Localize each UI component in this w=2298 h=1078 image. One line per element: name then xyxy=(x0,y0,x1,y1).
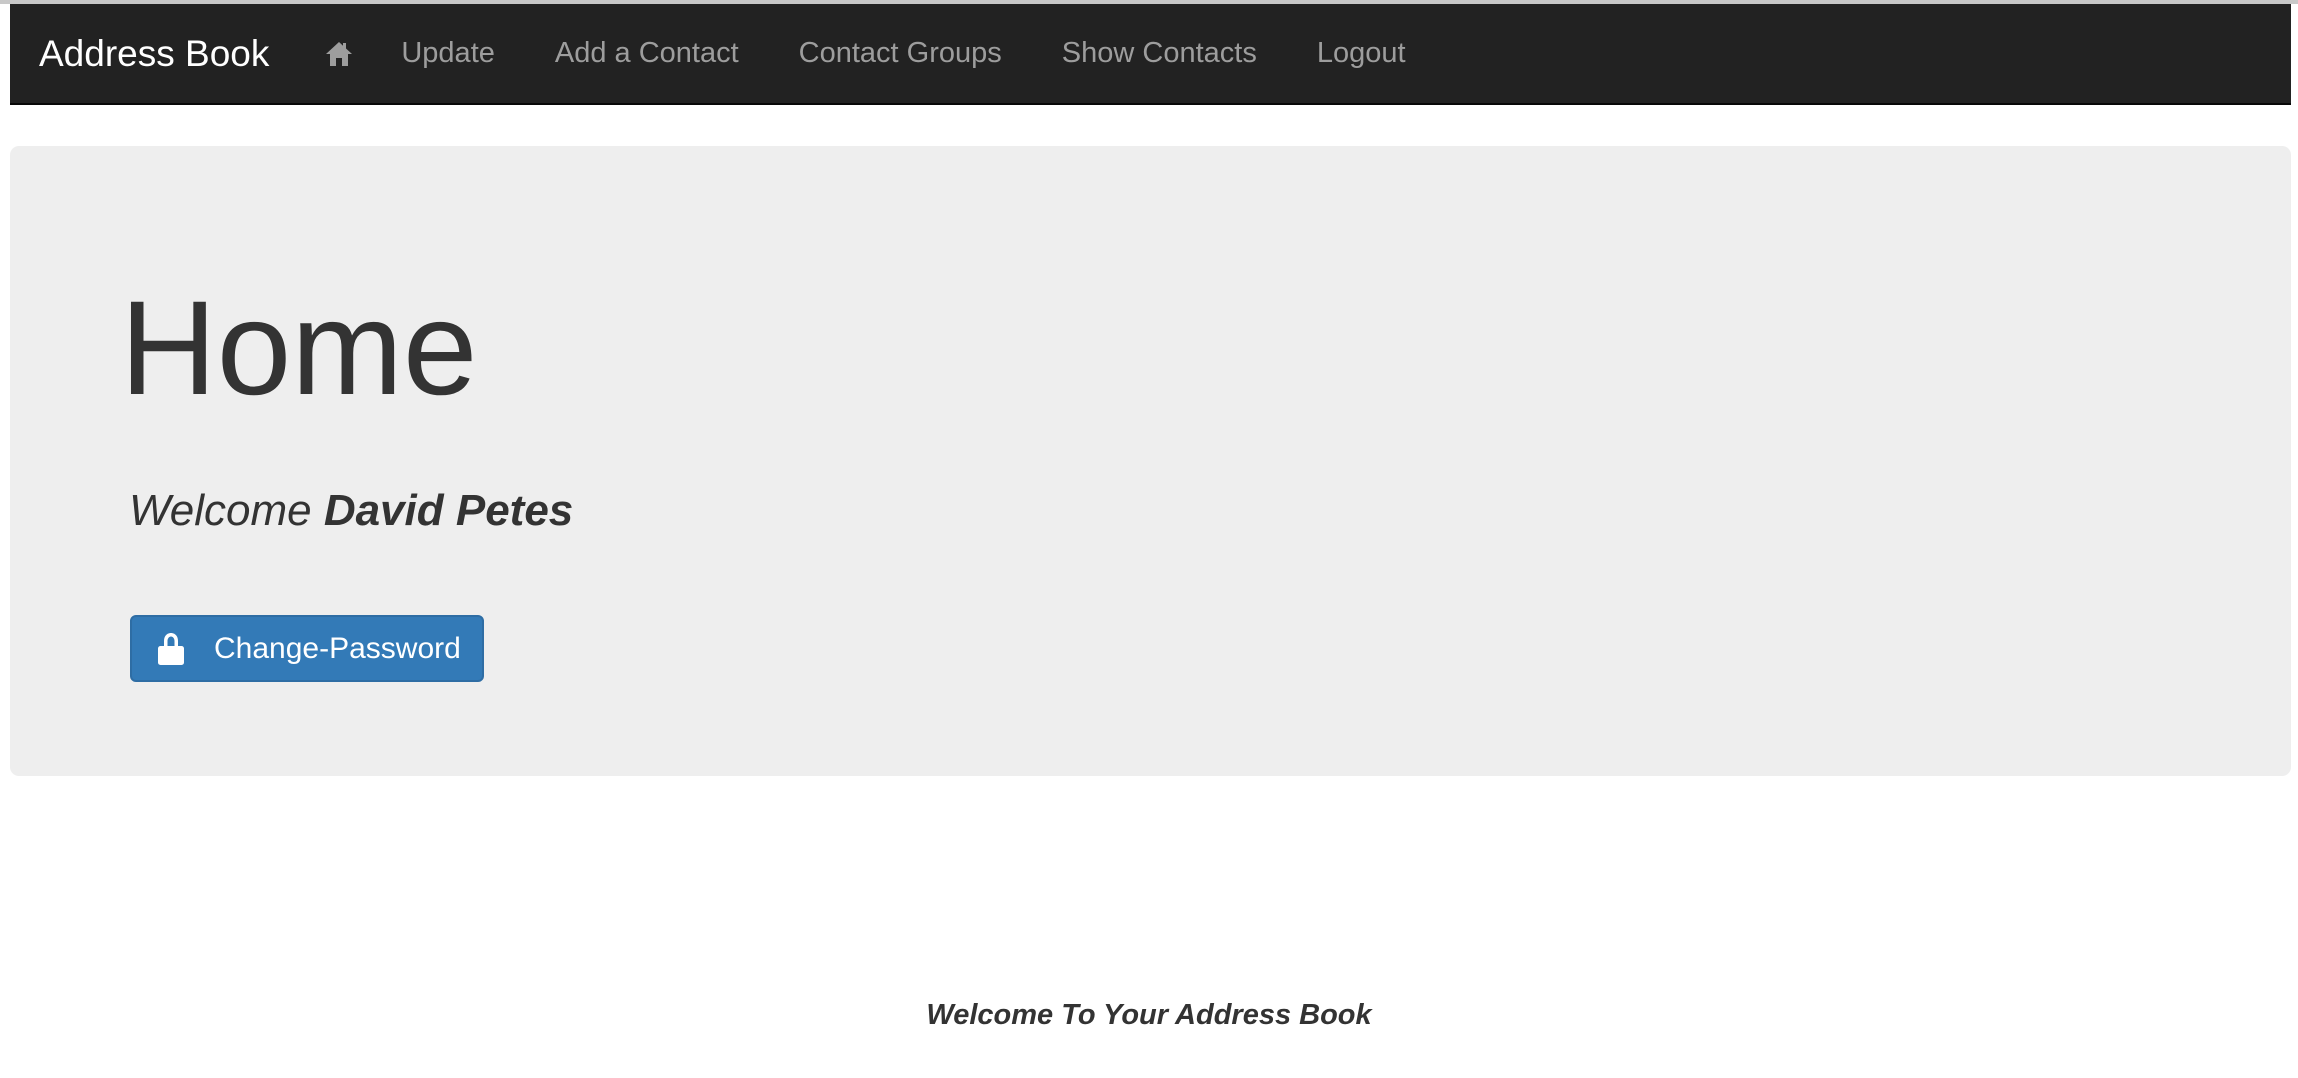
change-password-button[interactable]: Change-Password xyxy=(130,615,484,682)
page-title: Home xyxy=(120,274,478,423)
welcome-message: Welcome David Petes xyxy=(129,486,573,536)
home-icon[interactable] xyxy=(325,40,353,68)
brand-link[interactable]: Address Book xyxy=(39,33,269,75)
change-password-label: Change-Password xyxy=(214,631,461,665)
nav-show-contacts[interactable]: Show Contacts xyxy=(1062,37,1257,70)
user-name: David Petes xyxy=(323,486,574,535)
lock-icon xyxy=(158,632,184,665)
navbar: Address Book Update Add a Contact Contac… xyxy=(10,4,2291,105)
footer-text: Welcome To Your Address Book xyxy=(926,999,1372,1031)
welcome-prefix: Welcome xyxy=(129,486,312,535)
nav-add-contact[interactable]: Add a Contact xyxy=(555,37,739,70)
nav-logout[interactable]: Logout xyxy=(1317,37,1406,70)
nav-update[interactable]: Update xyxy=(401,37,495,70)
nav-contact-groups[interactable]: Contact Groups xyxy=(799,37,1002,70)
